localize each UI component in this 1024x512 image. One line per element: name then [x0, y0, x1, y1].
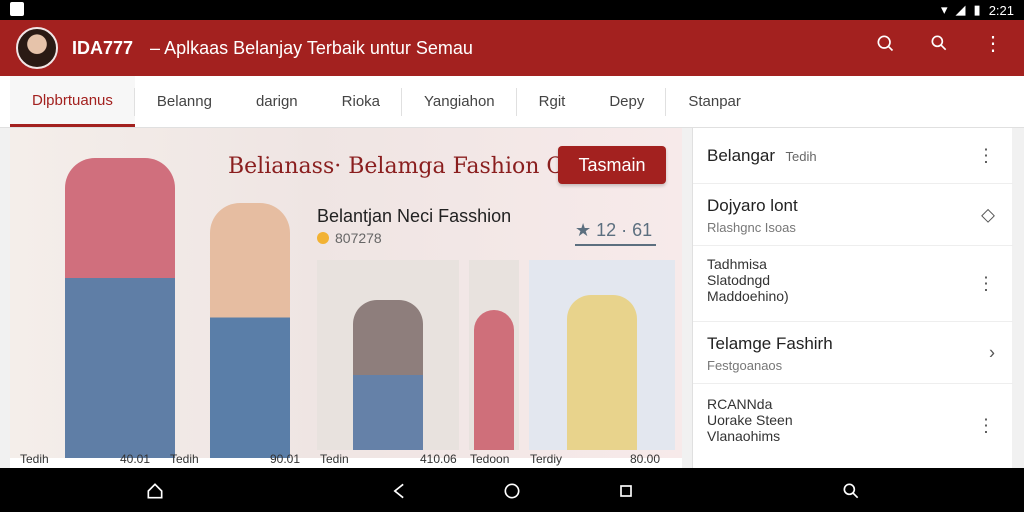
more-vert-icon[interactable]: ⋮ [977, 416, 995, 437]
more-vert-icon[interactable]: ⋮ [980, 30, 1006, 56]
home-circle-icon[interactable] [501, 480, 523, 502]
search-icon[interactable] [872, 30, 898, 56]
search-icon[interactable] [840, 480, 862, 502]
list-item[interactable]: Belangar Tedih ⋮ [693, 128, 1013, 184]
status-icons: ▾ ◢ ▮ 2:21 [941, 2, 1014, 18]
product-image [474, 310, 514, 450]
product-card[interactable] [469, 260, 519, 450]
search-icon[interactable] [926, 30, 952, 56]
diamond-icon[interactable]: ◇ [981, 204, 995, 225]
wifi-icon: ▾ [941, 2, 948, 17]
more-vert-icon[interactable]: ⋮ [977, 273, 995, 294]
cta-button[interactable]: Tasmain [558, 146, 666, 184]
status-bar: ▾ ◢ ▮ 2:21 [0, 0, 1024, 20]
list-item[interactable]: RCANNda Uorake Steen Vlanaohims ⋮ [693, 384, 1013, 468]
star-icon: ★ [575, 220, 592, 240]
hero-meta: 807278 [317, 230, 382, 246]
tab-rgit[interactable]: Rgit [517, 76, 588, 127]
product-image [567, 295, 637, 450]
list-item[interactable]: Tadhmisa Slatodngd Maddoehino) ⋮ [693, 246, 1013, 322]
product-labels: Tedih 40.01 Tedih 90.01 Tedin 410.06 Ted… [10, 450, 682, 468]
model-image [65, 158, 175, 458]
product-price: 90.01 [270, 452, 301, 466]
tab-yangiahon[interactable]: Yangiahon [402, 76, 517, 127]
more-vert-icon[interactable]: ⋮ [977, 145, 995, 166]
product-card[interactable] [317, 260, 459, 450]
recents-icon[interactable] [615, 480, 637, 502]
tab-darign[interactable]: darign [234, 76, 320, 127]
time: 2:21 [988, 2, 1014, 18]
back-icon[interactable] [388, 480, 410, 502]
model-image [210, 203, 290, 458]
product-name: Tedih [170, 452, 199, 466]
tab-depy[interactable]: Depy [587, 76, 667, 127]
product-price: 40.01 [120, 452, 151, 466]
coin-icon [317, 232, 329, 244]
hero-banner[interactable]: Belianass· Belamga Fashion Chomi Tasmain… [10, 128, 682, 458]
home-icon[interactable] [144, 480, 166, 502]
product-image [353, 300, 423, 450]
app-subtitle: – Aplkaas Belanjay Terbaik untur Semau [150, 37, 473, 58]
notification-icon [10, 2, 24, 16]
battery-icon: ▮ [973, 2, 981, 17]
system-nav-bar [0, 468, 1024, 512]
side-list: Belangar Tedih ⋮ Dojyaro lont Rlashgnc I… [692, 128, 1013, 468]
tab-rioka[interactable]: Rioka [320, 76, 403, 127]
product-price: 80.00 [630, 452, 661, 466]
product-name: Tedin [320, 452, 349, 466]
product-card[interactable] [529, 260, 675, 450]
product-name: Terdiy [530, 452, 563, 466]
chevron-right-icon[interactable]: › [989, 342, 995, 363]
tab-dlpbrtuanus[interactable]: Dlpbrtuanus [10, 76, 135, 127]
hero-subtitle: Belantjan Neci Fasshion [317, 206, 512, 226]
list-item[interactable]: Dojyaro lont Rlashgnc Isoas ◇ [693, 184, 1013, 246]
app-brand: IDA777 [72, 37, 134, 58]
product-name: Tedoon [470, 452, 510, 466]
product-grid [317, 260, 677, 450]
hero-panel: Belianass· Belamga Fashion Chomi Tasmain… [10, 128, 682, 468]
app-title: IDA777 – Aplkaas Belanjay Terbaik untur … [72, 38, 473, 59]
tab-stanpar[interactable]: Stanpar [666, 76, 763, 127]
tab-belanng[interactable]: Belanng [135, 76, 234, 127]
product-name: Tedih [20, 452, 49, 466]
signal-icon: ◢ [955, 2, 966, 17]
category-tabs: Dlpbrtuanus Belanng darign Rioka Yangiah… [0, 76, 1024, 128]
app-bar: IDA777 – Aplkaas Belanjay Terbaik untur … [0, 20, 1024, 76]
list-item[interactable]: Telamge Fashirh Festgoanaos › [693, 322, 1013, 384]
rating: ★ 12 · 61 [575, 220, 657, 246]
avatar[interactable] [16, 27, 58, 69]
product-price: 410.06 [420, 452, 457, 466]
